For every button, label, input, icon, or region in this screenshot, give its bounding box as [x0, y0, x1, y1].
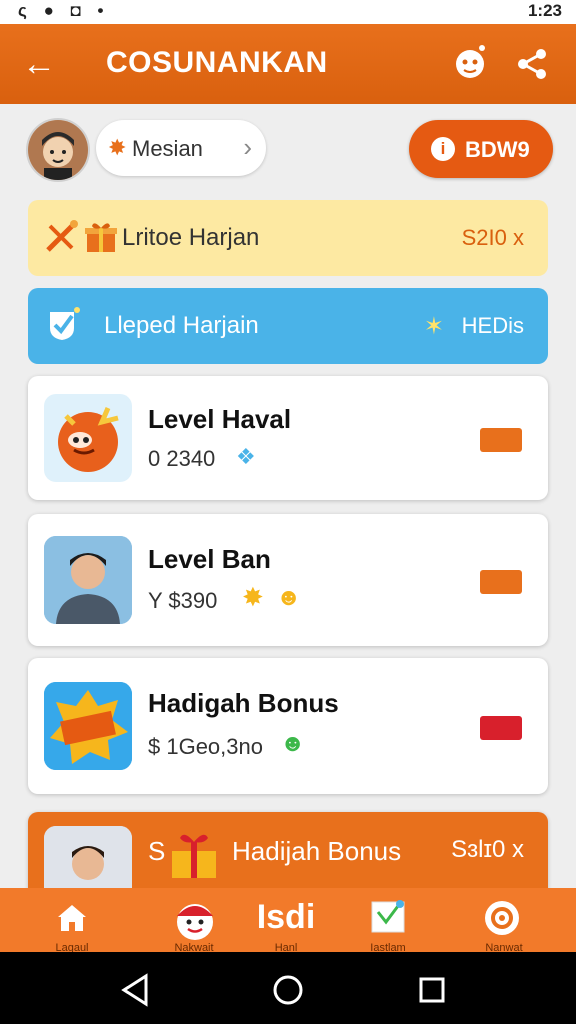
- profile-pill-label: Mesian: [132, 136, 203, 161]
- ticket-icon: [480, 570, 522, 594]
- nav-center-logo: Isdi: [256, 898, 316, 936]
- daily-banner[interactable]: Lritoe Harjan S2I0 x: [28, 200, 548, 276]
- nav-center[interactable]: Isdi Hanl: [236, 888, 336, 954]
- status-icons-left: ς ● ◘ •: [18, 1, 110, 20]
- gift-icon: [85, 223, 117, 252]
- person-photo-icon: [44, 826, 132, 888]
- bonus-badge-icon: [44, 682, 132, 770]
- mission-banner[interactable]: Lleped Harjain ✶ HEDis: [28, 288, 548, 364]
- mascot-face-icon: [177, 904, 213, 940]
- nav-home[interactable]: Lagaul: [22, 888, 122, 954]
- status-time: 1:23: [527, 1, 562, 20]
- home-circle-icon[interactable]: [268, 970, 308, 1010]
- checkmark-badge-icon: [50, 307, 80, 340]
- sparkle-icon: ✶: [423, 313, 444, 340]
- target-icon: [485, 901, 519, 935]
- gift-icon: [170, 834, 218, 878]
- crossed-tools-icon: [46, 220, 78, 252]
- share-icon[interactable]: [514, 46, 550, 82]
- profile-pill-button[interactable]: ✸ Mesian ›: [96, 120, 266, 176]
- main-content: ✸ Mesian › i BDW9 Lritoe Harjan S2I0 x L…: [0, 104, 576, 888]
- mascot-character-icon: [58, 407, 119, 472]
- ticket-icon: [480, 428, 522, 452]
- mission-banner-label: Lleped Harjain: [104, 312, 259, 339]
- bonus-card-subtitle: $ 1Geo,3no: [148, 734, 263, 759]
- avatar-image: [28, 120, 88, 180]
- level-card-1-title: Level Haval: [148, 404, 292, 434]
- level-card-1-thumbnail: [44, 394, 132, 482]
- bonus-card-thumbnail: [44, 682, 132, 770]
- daily-banner-value: S2I0 x: [461, 225, 524, 250]
- person-photo-icon: [44, 536, 132, 624]
- level-card-1[interactable]: Level Haval 0 2340 ❖: [28, 376, 548, 500]
- level-card-2-thumbnail: [44, 536, 132, 624]
- info-icon: i: [431, 137, 455, 161]
- system-navigation-bar: [0, 952, 576, 1024]
- bonus-card-title: Hadigah Bonus: [148, 688, 339, 718]
- level-card-2-subtitle: Y $390: [148, 588, 218, 613]
- sparkle-icon: ✸: [242, 582, 264, 612]
- avatar[interactable]: [26, 118, 90, 182]
- status-bar: ς ● ◘ • 1:23: [0, 0, 576, 24]
- chevron-right-icon: ›: [243, 132, 252, 162]
- bonus-card[interactable]: Hadigah Bonus $ 1Geo,3no ☻: [28, 658, 548, 794]
- level-card-2[interactable]: Level Ban Y $390 ✸ ☻: [28, 514, 548, 646]
- promo-card[interactable]: S Hadijah Bonus Sɜlɪ0 x: [28, 812, 548, 888]
- info-button[interactable]: i BDW9: [409, 120, 553, 178]
- home-icon: [58, 905, 86, 931]
- app-bar: ← COSUNANKAN: [0, 24, 576, 104]
- mission-banner-value: HEDis: [461, 313, 524, 338]
- nav-mascot[interactable]: Nakwait: [144, 888, 244, 954]
- daily-banner-label: Lritoe Harjan: [122, 224, 260, 251]
- ticket-icon: [480, 716, 522, 740]
- bottom-navigation: Lagaul Nakwait Isdi Hanl Iastlam Nanwat: [0, 888, 576, 954]
- page-title: COSUNANKAN: [106, 46, 328, 79]
- smiley-icon: ☻: [280, 730, 306, 757]
- nav-map[interactable]: Iastlam: [338, 888, 438, 954]
- star-icon: ✸: [108, 135, 127, 160]
- back-arrow-icon[interactable]: ←: [22, 44, 56, 84]
- map-check-icon: [371, 900, 405, 933]
- info-button-label: BDW9: [465, 137, 530, 162]
- promo-card-prefix: S: [148, 836, 166, 866]
- mascot-icon[interactable]: [450, 42, 490, 82]
- level-card-2-title: Level Ban: [148, 544, 271, 574]
- promo-card-label: Hadijah Bonus: [232, 836, 402, 866]
- nav-profile[interactable]: Nanwat: [454, 888, 554, 954]
- recents-square-icon[interactable]: [412, 970, 452, 1010]
- back-triangle-icon[interactable]: [116, 970, 156, 1010]
- promo-card-value: Sɜlɪ0 x: [451, 836, 524, 863]
- promo-card-thumbnail: [44, 826, 132, 888]
- smiley-icon: ☻: [276, 584, 302, 611]
- level-card-1-subtitle: 0 2340: [148, 446, 216, 471]
- gem-icon: ❖: [236, 444, 256, 469]
